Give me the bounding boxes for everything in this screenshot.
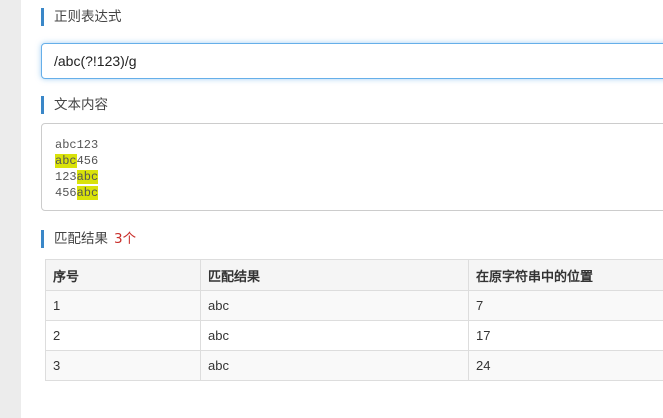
column-header-position: 在原字符串中的位置 xyxy=(468,259,663,291)
text-content-area[interactable]: abc123 abc456 123abc 456abc xyxy=(41,123,663,211)
table-header-row: 序号 匹配结果 在原字符串中的位置 xyxy=(45,259,663,291)
cell-index: 3 xyxy=(45,350,201,381)
text-section-heading: 文本内容 xyxy=(41,96,108,114)
text-heading-label: 文本内容 xyxy=(54,97,108,113)
match-highlight: abc xyxy=(76,186,99,200)
text-segment: 456 xyxy=(55,186,77,200)
match-count: 3个 xyxy=(114,231,137,247)
cell-match: abc xyxy=(200,320,469,351)
text-segment: 123 xyxy=(55,170,77,184)
match-highlight: abc xyxy=(55,154,77,168)
text-line: 123abc xyxy=(55,169,663,185)
cell-position: 7 xyxy=(468,290,663,321)
cell-match: abc xyxy=(200,290,469,321)
text-line: abc123 xyxy=(55,137,663,153)
table-row: 3 abc 24 xyxy=(45,350,663,381)
cell-position: 17 xyxy=(468,320,663,351)
table-row: 2 abc 17 xyxy=(45,320,663,351)
text-line: abc456 xyxy=(55,153,663,169)
result-section-heading: 匹配结果 3个 xyxy=(41,230,136,248)
result-table: 序号 匹配结果 在原字符串中的位置 1 abc 7 2 abc 17 3 abc… xyxy=(45,259,663,381)
text-line: 456abc xyxy=(55,185,663,201)
text-segment: abc123 xyxy=(55,138,99,152)
cell-position: 24 xyxy=(468,350,663,381)
regex-heading-label: 正则表达式 xyxy=(54,9,122,25)
column-header-match: 匹配结果 xyxy=(200,259,469,291)
regex-section-heading: 正则表达式 xyxy=(41,8,122,26)
regex-input[interactable] xyxy=(41,43,663,79)
left-gutter xyxy=(0,0,21,418)
cell-index: 1 xyxy=(45,290,201,321)
result-heading-label: 匹配结果 xyxy=(54,231,108,247)
column-header-index: 序号 xyxy=(45,259,201,291)
table-row: 1 abc 7 xyxy=(45,290,663,321)
cell-index: 2 xyxy=(45,320,201,351)
match-highlight: abc xyxy=(76,170,99,184)
text-segment: 456 xyxy=(76,154,99,168)
cell-match: abc xyxy=(200,350,469,381)
